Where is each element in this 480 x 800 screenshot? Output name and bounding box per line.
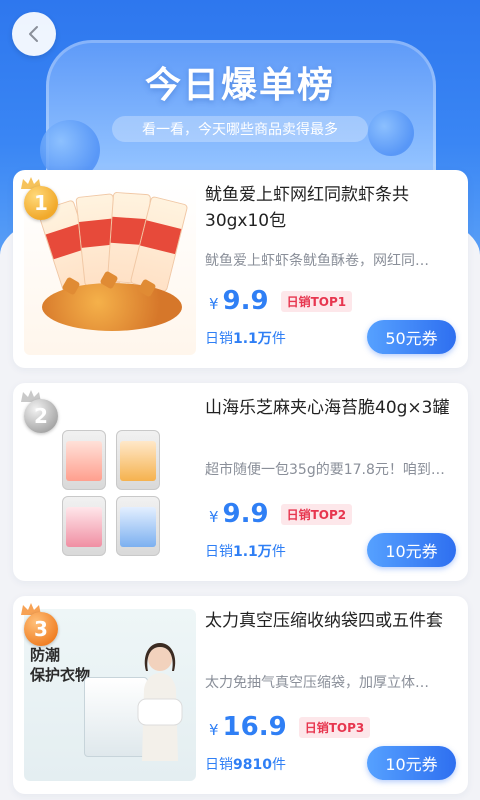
sales-value: 1.1万 bbox=[233, 544, 272, 560]
rank-badge: 2 bbox=[18, 389, 60, 433]
price-value: 16.9 bbox=[222, 712, 287, 742]
price-value: 9.9 bbox=[222, 286, 269, 316]
price-currency: ¥ bbox=[209, 721, 219, 739]
rank-tag: 日销TOP1 bbox=[280, 290, 353, 312]
sales-suffix: 件 bbox=[271, 757, 286, 773]
sales-prefix: 日销 bbox=[205, 757, 233, 773]
coupon-button[interactable]: 10元券 bbox=[367, 746, 456, 780]
can-image bbox=[116, 496, 160, 556]
coupon-button[interactable]: 50元券 bbox=[367, 320, 456, 354]
page-title: 今日爆单榜 bbox=[144, 65, 335, 106]
rank-number: 2 bbox=[24, 399, 58, 433]
product-card[interactable]: 防潮 保护衣物 3 太力真空压缩收纳袋四或五件套 太力免抽气真空压缩袋，加厚立体… bbox=[13, 596, 468, 794]
product-description: 超市随便一包35g的要17.8元！咱到… bbox=[205, 462, 445, 478]
chevron-left-icon bbox=[29, 26, 38, 42]
sales-suffix: 件 bbox=[271, 331, 286, 347]
price-row: ¥ 16.9 日销TOP3 bbox=[209, 712, 371, 742]
product-card[interactable]: 2 山海乐芝麻夹心海苔脆40g×3罐 超市随便一包35g的要17.8元！咱到… … bbox=[13, 383, 468, 581]
sales-value: 9810 bbox=[233, 757, 272, 773]
can-image bbox=[116, 430, 160, 490]
sales-prefix: 日销 bbox=[205, 544, 233, 560]
rank-number: 3 bbox=[24, 612, 58, 646]
can-image bbox=[62, 496, 106, 556]
price-row: ¥ 9.9 日销TOP2 bbox=[209, 499, 353, 529]
rank-badge: 3 bbox=[18, 602, 60, 646]
price-row: ¥ 9.9 日销TOP1 bbox=[209, 286, 353, 316]
rank-badge: 1 bbox=[18, 176, 60, 220]
rank-tag: 日销TOP2 bbox=[280, 503, 353, 525]
price-value: 9.9 bbox=[222, 499, 269, 529]
product-description: 太力免抽气真空压缩袋，加厚立体… bbox=[205, 675, 429, 691]
price-currency: ¥ bbox=[209, 508, 219, 526]
page-subtitle: 看一看，今天哪些商品卖得最多 bbox=[112, 116, 368, 142]
daily-sales: 日销9810件 bbox=[205, 754, 286, 774]
rank-tag: 日销TOP3 bbox=[298, 716, 371, 738]
can-image bbox=[62, 430, 106, 490]
sales-prefix: 日销 bbox=[205, 331, 233, 347]
sales-value: 1.1万 bbox=[233, 331, 272, 347]
person-image bbox=[137, 643, 183, 761]
product-title[interactable]: 太力真空压缩收纳袋四或五件套 bbox=[205, 608, 457, 634]
daily-sales: 日销1.1万件 bbox=[205, 328, 286, 348]
daily-sales: 日销1.1万件 bbox=[205, 541, 286, 561]
price-currency: ¥ bbox=[209, 295, 219, 313]
decor-orb-right bbox=[368, 110, 414, 156]
product-card[interactable]: 1 鱿鱼爱上虾网红同款虾条共30gx10包 鱿鱼爱上虾虾条鱿鱼酥卷，网红同… ¥… bbox=[13, 170, 468, 368]
sales-suffix: 件 bbox=[271, 544, 286, 560]
product-description: 鱿鱼爱上虾虾条鱿鱼酥卷，网红同… bbox=[205, 253, 429, 269]
coupon-button[interactable]: 10元券 bbox=[367, 533, 456, 567]
product-title[interactable]: 鱿鱼爱上虾网红同款虾条共30gx10包 bbox=[205, 182, 457, 234]
image-promo-text: 防潮 保护衣物 bbox=[30, 646, 91, 684]
product-title[interactable]: 山海乐芝麻夹心海苔脆40g×3罐 bbox=[205, 395, 457, 421]
snack-pile-image bbox=[42, 283, 182, 331]
rank-number: 1 bbox=[24, 186, 58, 220]
back-button[interactable] bbox=[12, 12, 56, 56]
